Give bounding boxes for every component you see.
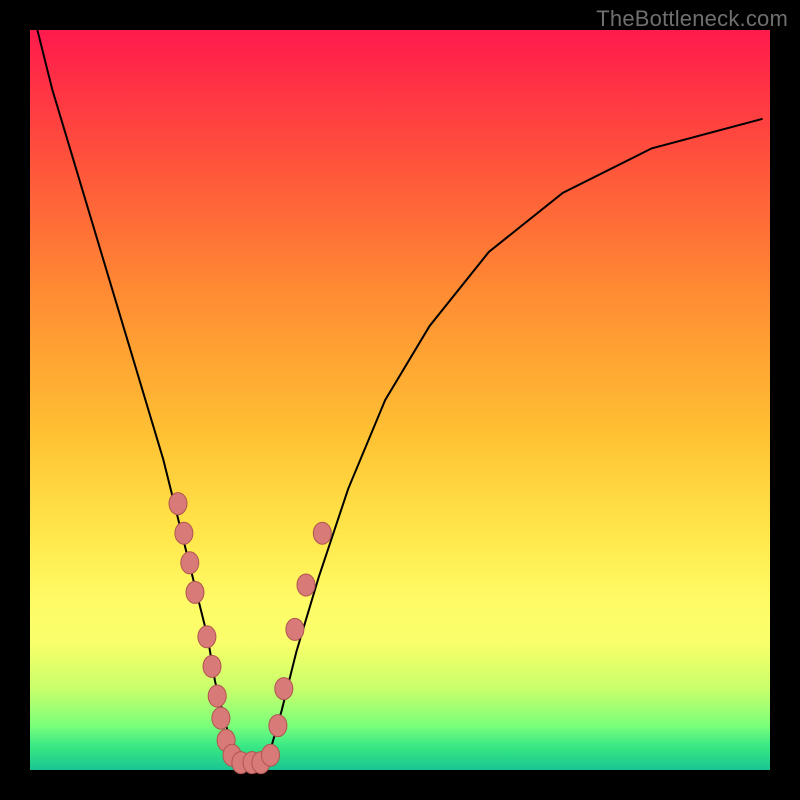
data-bead <box>175 522 193 544</box>
data-bead <box>262 744 280 766</box>
data-bead <box>208 685 226 707</box>
watermark-text: TheBottleneck.com <box>596 6 788 32</box>
data-bead <box>181 552 199 574</box>
data-bead <box>198 626 216 648</box>
data-beads-group <box>169 493 331 774</box>
data-bead <box>186 581 204 603</box>
curve-right-branch <box>267 119 763 763</box>
data-bead <box>203 655 221 677</box>
data-bead <box>212 707 230 729</box>
data-bead <box>297 574 315 596</box>
data-bead <box>275 678 293 700</box>
chart-plot-area <box>30 30 770 770</box>
data-bead <box>269 715 287 737</box>
data-bead <box>313 522 331 544</box>
chart-svg <box>30 30 770 770</box>
data-bead <box>286 618 304 640</box>
data-bead <box>169 493 187 515</box>
curve-left-branch <box>37 30 237 763</box>
